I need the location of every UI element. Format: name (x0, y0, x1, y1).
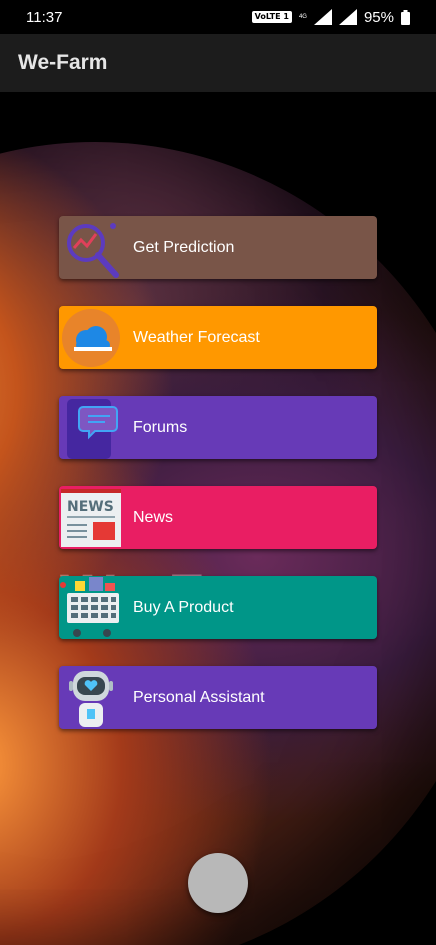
signal-icon (313, 9, 332, 25)
get-prediction-label: Get Prediction (133, 238, 235, 256)
battery-percent: 95% (363, 8, 394, 26)
news-button[interactable]: NEWS News (59, 486, 377, 549)
network-type: 4G (298, 13, 307, 20)
get-prediction-button[interactable]: Get Prediction (59, 216, 377, 279)
shopping-cart-icon (59, 576, 123, 639)
status-bar: 11:37 VoLTE 1 4G 95% (0, 0, 436, 34)
weather-forecast-button[interactable]: Weather Forecast (59, 306, 377, 369)
svg-text:NEWS: NEWS (67, 499, 114, 515)
status-icons: VoLTE 1 4G 95% (251, 8, 410, 26)
newspaper-icon: NEWS (59, 486, 123, 549)
signal-icon-2 (338, 9, 357, 25)
robot-assistant-icon (59, 666, 123, 729)
status-time: 11:37 (26, 8, 63, 26)
buy-a-product-label: Buy A Product (133, 598, 234, 616)
volte-badge: VoLTE 1 (251, 11, 292, 23)
buy-a-product-button[interactable]: Buy A Product (59, 576, 377, 639)
personal-assistant-button[interactable]: Personal Assistant (59, 666, 377, 729)
forums-button[interactable]: Forums (59, 396, 377, 459)
prediction-magnifier-icon (59, 216, 123, 279)
forums-label: Forums (133, 418, 188, 436)
cloud-weather-icon (59, 306, 123, 369)
chat-forum-icon (59, 396, 123, 459)
app-title: We-Farm (18, 51, 108, 74)
floating-action-button[interactable] (188, 853, 248, 913)
personal-assistant-label: Personal Assistant (133, 688, 265, 706)
battery-icon (401, 9, 410, 25)
app-bar: We-Farm (0, 34, 436, 92)
weather-forecast-label: Weather Forecast (133, 328, 260, 346)
news-label: News (133, 508, 174, 526)
